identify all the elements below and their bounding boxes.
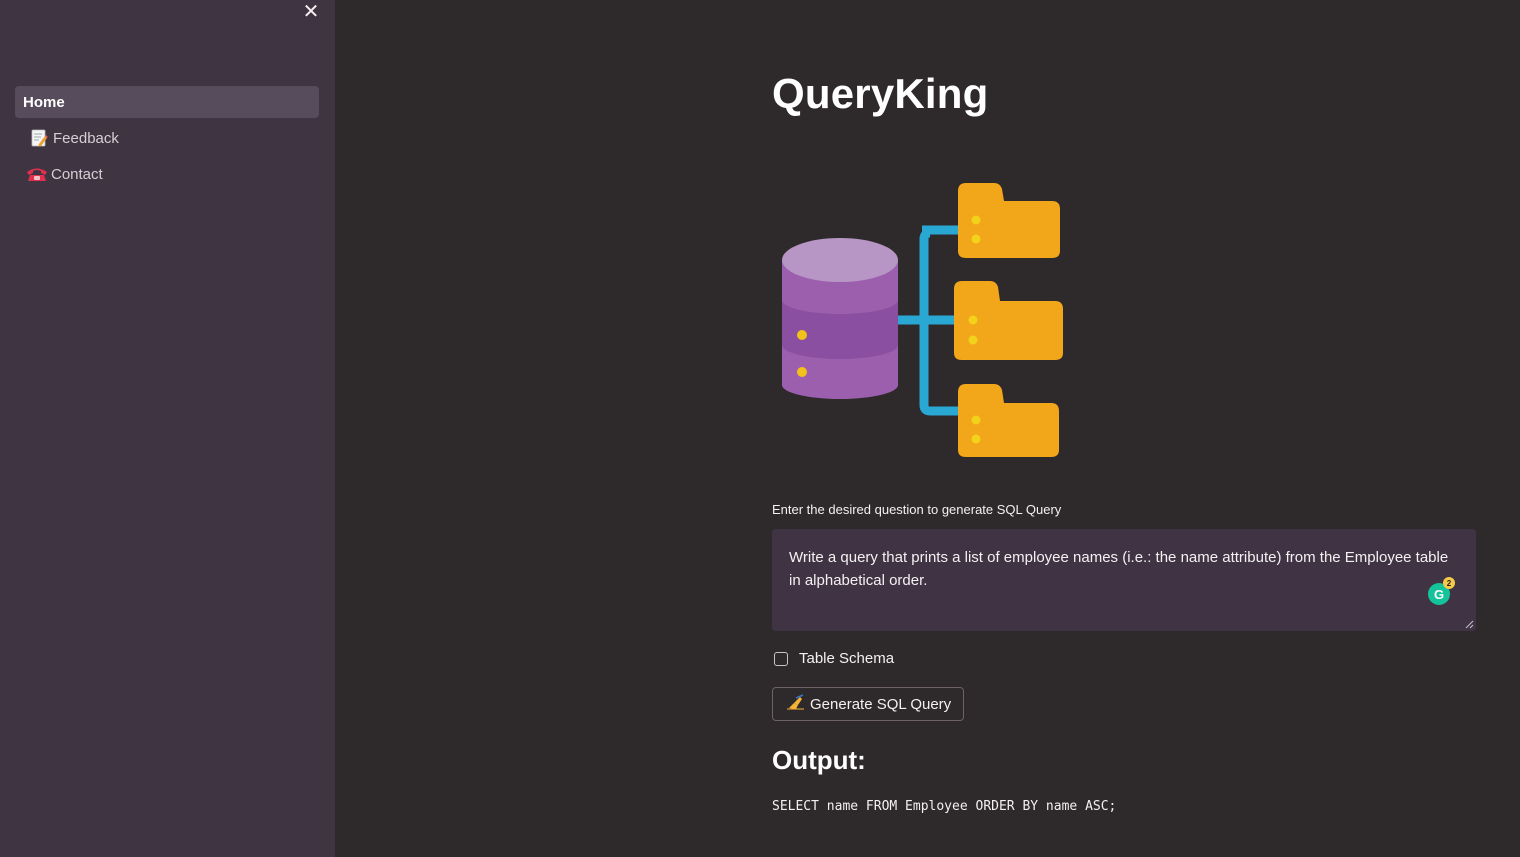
- generate-sql-button[interactable]: Generate SQL Query: [772, 687, 965, 721]
- sidebar-item-label: Feedback: [53, 129, 119, 147]
- sidebar-item-contact[interactable]: Contact: [15, 158, 319, 190]
- database-illustration: [772, 175, 1072, 465]
- generate-sql-button-label: Generate SQL Query: [810, 695, 952, 713]
- table-schema-label: Table Schema: [799, 650, 895, 667]
- memo-icon: [28, 129, 50, 147]
- question-text: Write a query that prints a list of empl…: [789, 549, 1449, 589]
- sidebar-item-feedback[interactable]: Feedback: [15, 122, 319, 154]
- telephone-icon: [26, 165, 48, 183]
- table-schema-checkbox[interactable]: [774, 651, 788, 666]
- app: ✕ Home Feedback Contact QueryKing Enter …: [0, 0, 1520, 857]
- grammarly-icon[interactable]: G 2: [1428, 577, 1455, 605]
- sidebar-nav: Home Feedback Contact: [15, 86, 319, 194]
- sidebar-item-label: Contact: [51, 165, 103, 183]
- sidebar-item-label: Home: [23, 93, 65, 111]
- output-heading: Output:: [772, 745, 866, 775]
- grammarly-count-badge: 2: [1443, 577, 1455, 589]
- sidebar-item-home[interactable]: Home: [15, 86, 319, 118]
- question-textarea[interactable]: Write a query that prints a list of empl…: [772, 529, 1476, 631]
- database-folders-image: [782, 183, 1063, 457]
- table-schema-checkbox-row[interactable]: Table Schema: [774, 650, 894, 667]
- writing-hand-icon: [787, 694, 805, 714]
- question-label: Enter the desired question to generate S…: [772, 502, 1062, 517]
- sql-output-code: SELECT name FROM Employee ORDER BY name …: [772, 799, 1117, 814]
- resize-handle-icon[interactable]: [1464, 619, 1474, 629]
- page-title: QueryKing: [772, 70, 989, 117]
- close-sidebar-button[interactable]: ✕: [301, 2, 321, 22]
- sidebar: ✕ Home Feedback Contact: [0, 0, 335, 857]
